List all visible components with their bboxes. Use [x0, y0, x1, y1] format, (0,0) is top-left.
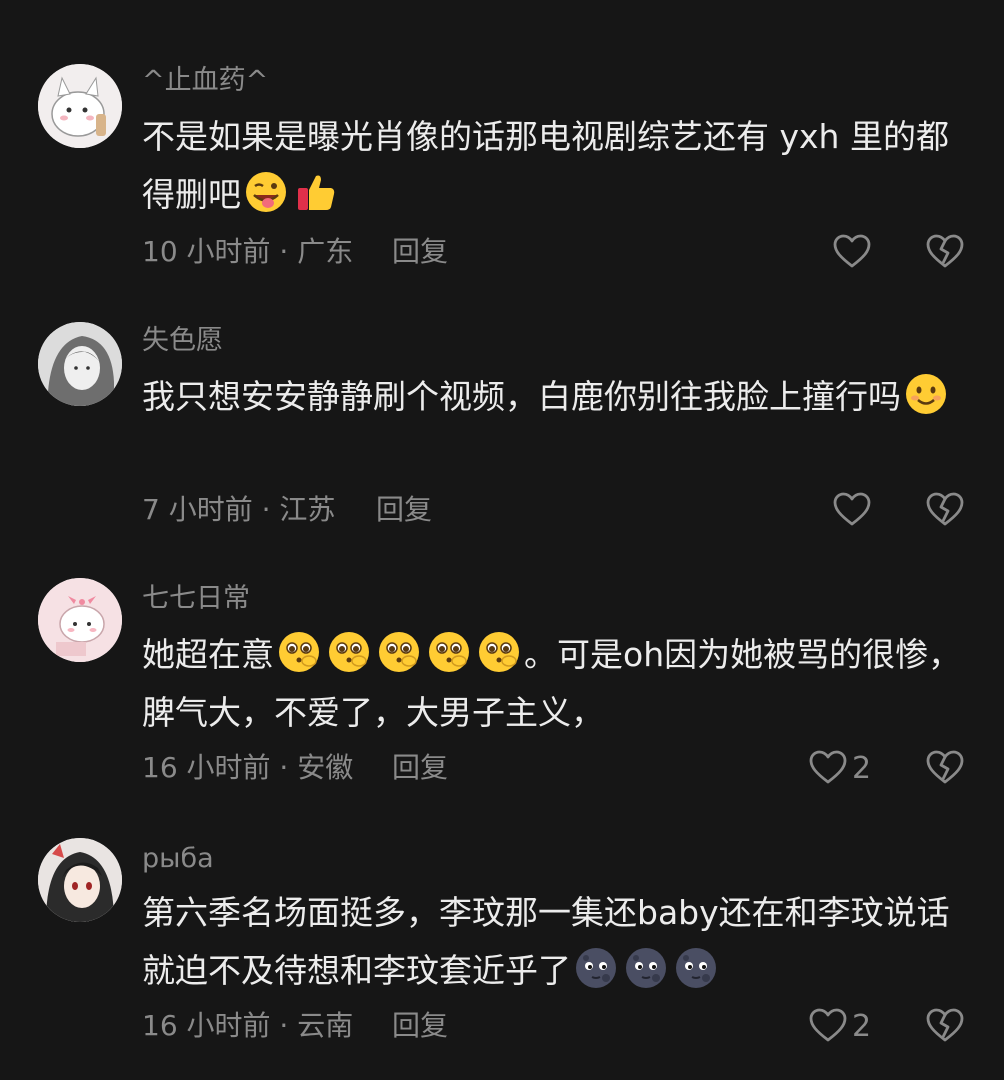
thumbs-up-emoji [298, 175, 335, 210]
comment-time-location: 10 小时前 · 广东 [142, 235, 354, 268]
heart-icon [809, 750, 847, 784]
avatar[interactable] [38, 322, 122, 406]
moon-face-emoji [576, 948, 616, 988]
avatar[interactable] [38, 838, 122, 922]
broken-heart-icon[interactable] [924, 748, 966, 788]
comment-text: 她超在意 。可是oh因为她被骂的很惨，脾气大，不爱了，大男子主义， [142, 626, 962, 742]
broken-heart-icon[interactable] [924, 490, 966, 530]
username[interactable]: рыба [142, 842, 214, 876]
reply-button[interactable]: 回复 [392, 1008, 448, 1044]
heart-icon [833, 234, 871, 268]
wink-tongue-emoji [246, 172, 286, 212]
comment-text: 第六季名场面挺多，李玟那一集还baby还在和李玟说话就迫不及待想和李玟套近乎了 [142, 884, 962, 1000]
comment-time-location: 16 小时前 · 安徽 [142, 751, 354, 784]
like-button[interactable] [832, 232, 876, 272]
reply-button[interactable]: 回复 [392, 750, 448, 786]
pleading-emoji [379, 632, 419, 672]
avatar[interactable] [38, 64, 122, 148]
comment-time-location: 7 小时前 · 江苏 [142, 493, 336, 526]
avatar[interactable] [38, 578, 122, 662]
username[interactable]: 失色愿 [142, 324, 223, 358]
like-button[interactable]: 2 [808, 748, 871, 788]
broken-heart-icon[interactable] [924, 1006, 966, 1046]
username[interactable]: 七七日常 [142, 582, 250, 616]
pleading-emoji [329, 632, 369, 672]
reply-button[interactable]: 回复 [392, 234, 448, 270]
comment-text-body: 第六季名场面挺多，李玟那一集还baby还在和李玟说话就迫不及待想和李玟套近乎了 [142, 893, 950, 990]
username[interactable]: ^止血药^ [142, 64, 268, 98]
broken-heart-icon[interactable] [924, 232, 966, 272]
comment-time-location: 16 小时前 · 云南 [142, 1009, 354, 1042]
like-count: 2 [852, 750, 872, 786]
comment-text: 不是如果是曝光肖像的话那电视剧综艺还有 yxh 里的都得删吧 [142, 108, 962, 224]
like-count: 2 [852, 1008, 872, 1044]
pleading-emoji [429, 632, 469, 672]
comment-text-body: 我只想安安静静刷个视频，白鹿你别往我脸上撞行吗 [142, 377, 901, 416]
moon-face-emoji [676, 948, 716, 988]
heart-icon [809, 1008, 847, 1042]
pleading-emoji [279, 632, 319, 672]
comment-text: 我只想安安静静刷个视频，白鹿你别往我脸上撞行吗 [142, 368, 962, 426]
like-button[interactable]: 2 [808, 1006, 871, 1046]
reply-button[interactable]: 回复 [376, 492, 432, 528]
heart-icon [833, 492, 871, 526]
like-button[interactable] [832, 490, 876, 530]
comment-text-body: 她超在意 [142, 635, 274, 674]
smile-emoji [906, 374, 946, 414]
pleading-emoji [479, 632, 519, 672]
moon-face-emoji [626, 948, 666, 988]
